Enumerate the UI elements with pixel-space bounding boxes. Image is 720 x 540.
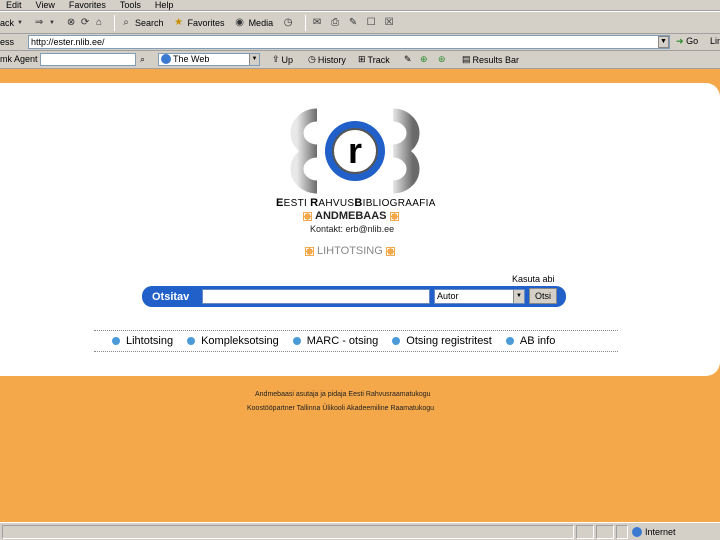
history-icon[interactable]: ◷ [281,16,295,30]
database-title: ANDMEBAAS [303,210,399,222]
toolbar-label: mk Agent [0,54,38,64]
search-icon: ⌕ [123,16,129,28]
track-icon: ⊞ [358,54,366,64]
stop-icon[interactable]: ⊗ [64,16,78,30]
messenger-icon[interactable]: ☒ [382,16,396,30]
svg-text:r: r [348,130,362,171]
plus-icon[interactable]: ⊕ [420,54,428,65]
nav-kompleksotsing[interactable]: Kompleksotsing [187,335,279,347]
status-text [2,525,574,539]
toolbar-search-input[interactable] [40,53,136,66]
refresh-icon[interactable]: ⟳ [78,16,92,30]
globe-icon [161,54,171,64]
star-icon: ★ [174,16,184,28]
status-pane [576,525,594,539]
orange-square-icon [303,211,312,221]
standard-toolbar: ack ▼ ⇒ ▼ ⊗ ⟳ ⌂ ⌕ Search ★ Favorites ◉ M… [0,11,720,34]
arrow-icon[interactable]: ⊛ [438,54,446,65]
nav-marc-otsing[interactable]: MARC - otsing [292,335,378,347]
up-button[interactable]: ⇪ Up [272,54,293,65]
edit-icon[interactable]: ✎ [346,16,360,30]
address-input[interactable]: http://ester.nlib.ee/ [28,35,670,49]
nav-lihtotsing[interactable]: Lihtotsing [112,335,173,347]
menu-edit[interactable]: Edit [6,0,22,10]
up-icon: ⇪ [272,54,280,64]
favorites-button[interactable]: ★ Favorites [172,16,225,30]
search-submit-button[interactable]: Otsi [529,288,557,304]
results-bar-button[interactable]: ▤ Results Bar [462,54,519,65]
search-label: Otsitav [152,291,190,303]
mail-icon[interactable]: ✉ [310,16,324,30]
home-icon[interactable]: ⌂ [92,16,106,30]
orange-square-icon [385,246,395,256]
go-arrow-icon: ➜ [676,36,684,46]
search-mode-title: LIHTOTSING [305,245,395,257]
back-button[interactable]: ack ▼ [0,16,24,30]
help-link[interactable]: Kasuta abi [512,274,555,284]
links-button[interactable]: Lin [710,36,720,46]
site-title: EESTI RAHVUSBIBLIOGRAAFIA [276,197,436,209]
print-icon[interactable]: ⎙ [328,16,342,30]
contact-link[interactable]: Kontakt: erb@nlib.ee [310,224,394,234]
bullet-icon [505,337,514,345]
forward-button[interactable]: ⇒ ▼ [32,16,56,30]
toolbar-separator [305,14,307,31]
media-button[interactable]: ◉ Media [233,16,273,30]
menu-help[interactable]: Help [155,0,174,10]
search-input[interactable] [202,289,430,304]
history-icon: ◷ [308,54,316,64]
toolbar-separator [114,14,116,31]
chevron-down-icon: ▼ [49,19,55,26]
status-bar: Internet [0,522,720,540]
search-toolbar: mk Agent ⌕ The Web ▼ ⇪ Up ◷ History ⊞ Tr… [0,51,720,69]
chevron-down-icon: ▼ [513,290,524,303]
divider [94,330,618,331]
track-button[interactable]: ⊞ Track [358,54,390,65]
footer-partner: Koostööpartner Tallinna Ülikooli Akadeem… [247,405,435,412]
forward-arrow-icon: ⇒ [34,16,44,28]
menu-tools[interactable]: Tools [120,0,141,10]
globe-icon [632,527,642,537]
site-logo: r [290,108,420,194]
menu-bar: Edit View Favorites Tools Help [0,0,720,11]
menu-favorites[interactable]: Favorites [69,0,106,10]
bullet-icon [112,337,120,345]
search-icon: ⌕ [140,54,146,64]
status-pane [616,525,628,539]
address-bar: ess http://ester.nlib.ee/ ▼ ➜ Go Lin [0,34,720,51]
discuss-icon[interactable]: ☐ [364,16,378,30]
security-zone: Internet [632,527,676,537]
address-label: ess [0,37,15,47]
search-field-select[interactable]: Autor ▼ [434,289,525,304]
search-bar: Otsitav Autor ▼ Otsi [142,286,566,307]
results-icon: ▤ [462,54,471,64]
chevron-down-icon: ▼ [17,19,23,26]
bullet-icon [392,337,401,345]
orange-square-icon [305,246,314,256]
media-icon: ◉ [235,16,244,28]
page-content: r EESTI RAHVUSBIBLIOGRAAFIA ANDMEBAAS Ko… [0,83,720,376]
divider [94,351,618,352]
nav-otsing-registritest[interactable]: Otsing registritest [392,335,492,347]
bullet-icon [292,337,301,345]
toolbar-search-button[interactable]: ⌕ [140,54,145,65]
search-button[interactable]: ⌕ Search [119,16,163,30]
bullet-icon [187,337,196,345]
chevron-down-icon: ▼ [249,54,259,65]
menu-view[interactable]: View [36,0,55,10]
scope-select[interactable]: The Web ▼ [158,53,260,66]
address-dropdown-button[interactable]: ▼ [658,36,669,48]
footer-owner: Andmebaasi asutaja ja pidaja Eesti Rahvu… [255,391,431,398]
address-url: http://ester.nlib.ee/ [31,37,105,47]
go-button[interactable]: ➜ Go [676,36,698,47]
status-pane [596,525,614,539]
history-button[interactable]: ◷ History [308,54,346,65]
orange-square-icon [389,211,399,221]
search-nav: Lihtotsing Kompleksotsing MARC - otsing … [112,335,555,347]
nav-ab-info[interactable]: AB info [505,335,555,347]
pen-icon[interactable]: ✎ [404,54,412,65]
